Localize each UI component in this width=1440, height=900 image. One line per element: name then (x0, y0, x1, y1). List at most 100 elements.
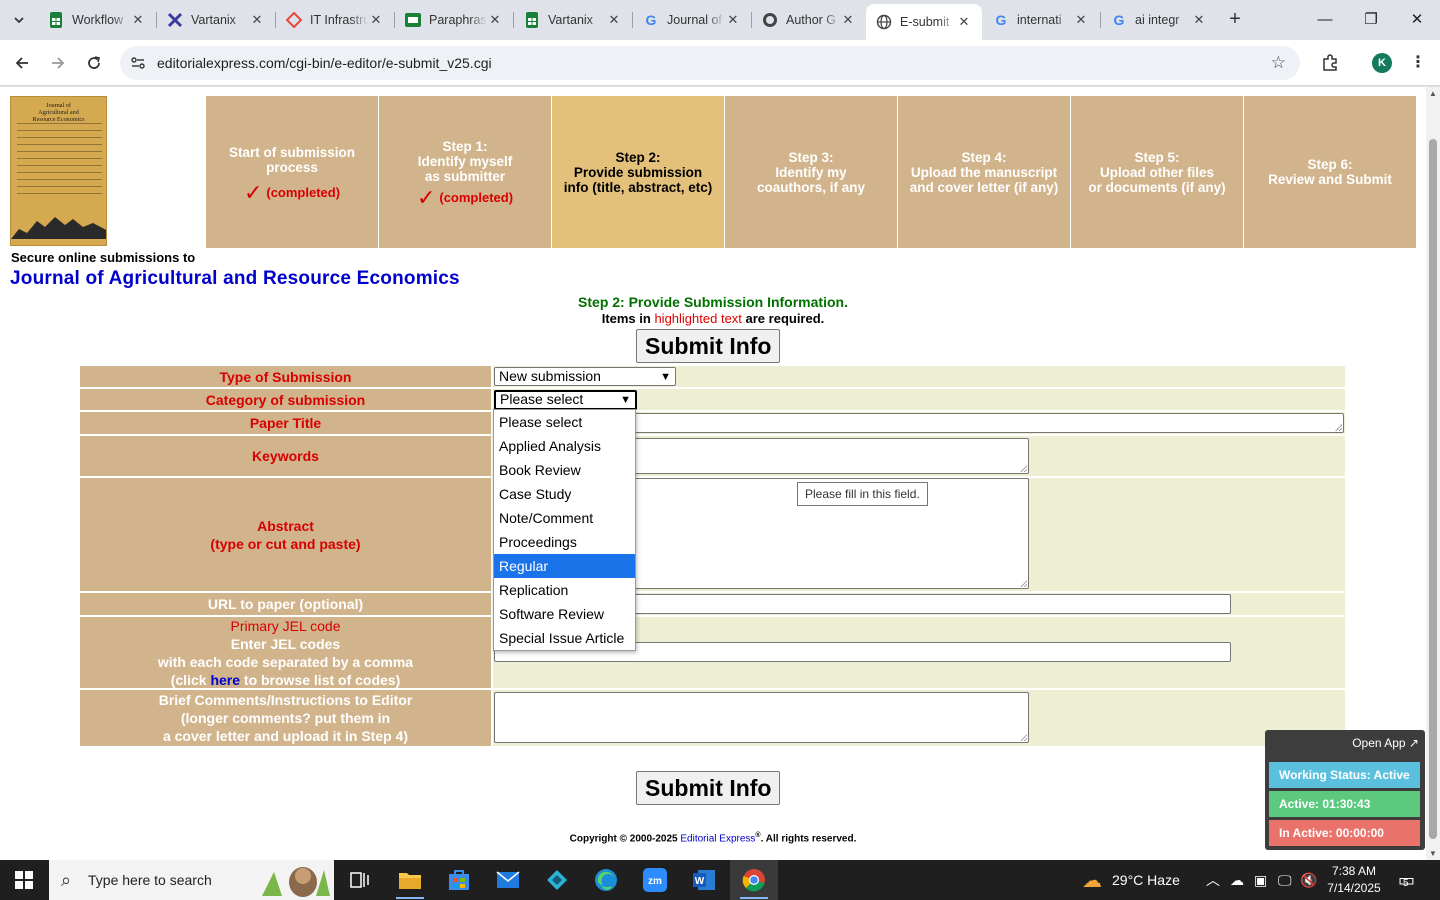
resize-handle[interactable] (1020, 734, 1027, 741)
close-icon[interactable]: ✕ (368, 12, 384, 28)
close-icon[interactable]: ✕ (956, 14, 972, 30)
chevron-down-icon: ▼ (620, 394, 631, 406)
new-tab-button[interactable]: + (1224, 8, 1246, 32)
profile-button[interactable]: K (1368, 49, 1396, 77)
close-window-button[interactable]: ✕ (1394, 6, 1440, 34)
close-icon[interactable]: ✕ (1073, 12, 1089, 28)
category-option[interactable]: Software Review (494, 602, 635, 626)
file-explorer-button[interactable] (386, 860, 434, 900)
resize-handle[interactable] (1020, 465, 1027, 472)
google-icon: G (1113, 12, 1125, 28)
category-of-submission-select[interactable]: Please select ▼ (494, 390, 637, 410)
close-icon[interactable]: ✕ (249, 12, 265, 28)
doc-icon (286, 12, 302, 28)
type-of-submission-select[interactable]: New submission ▼ (494, 367, 676, 386)
mail-icon (496, 871, 520, 888)
reload-button[interactable] (80, 49, 108, 77)
taskbar-search-box[interactable]: ⌕ Type here to search (49, 860, 334, 900)
tab-e-submit[interactable]: E-submit ✕ (866, 4, 982, 40)
category-option[interactable]: Book Review (494, 458, 635, 482)
scroll-up-icon[interactable]: ▲ (1429, 89, 1437, 98)
show-hidden-icons-button[interactable]: ︿ (1206, 860, 1220, 900)
tab-workflow[interactable]: Workflow ✕ (38, 4, 156, 36)
copyright-footer: Copyright © 2000-2025 Editorial Express®… (569, 832, 857, 845)
comments-input[interactable] (494, 692, 1029, 743)
bookmark-star-icon[interactable]: ☆ (1271, 53, 1286, 73)
notifications-button[interactable]: ▭ 5 (1398, 860, 1415, 900)
store-button[interactable] (435, 860, 483, 900)
weather-haze-icon: ☁ (1082, 869, 1102, 892)
browser-toolbar: editorialexpress.com/cgi-bin/e-editor/e-… (0, 40, 1440, 86)
category-option[interactable]: Case Study (494, 482, 635, 506)
category-option[interactable]: Proceedings (494, 530, 635, 554)
tab-search-button[interactable] (6, 8, 32, 32)
kebab-menu-icon: ⋮ (1410, 54, 1426, 71)
task-view-button[interactable] (336, 860, 384, 900)
category-option[interactable]: Note/Comment (494, 506, 635, 530)
close-icon[interactable]: ✕ (725, 12, 741, 28)
close-icon[interactable]: ✕ (840, 12, 856, 28)
category-option[interactable]: Applied Analysis (494, 434, 635, 458)
taskbar-clock[interactable]: 7:38 AM 7/14/2025 (1320, 863, 1388, 897)
plus-icon: + (1229, 8, 1241, 30)
zoom-button[interactable]: zm (631, 860, 679, 900)
tab-strip: Workflow ✕ Vartanix ✕ IT Infrastructure … (0, 0, 1440, 40)
word-button[interactable]: W (680, 860, 728, 900)
tab-vartanix[interactable]: Vartanix ✕ (157, 4, 275, 36)
url-text: editorialexpress.com/cgi-bin/e-editor/e-… (157, 55, 492, 71)
open-app-button[interactable]: Open App ↗ (1352, 736, 1419, 750)
vertical-scrollbar[interactable]: ▲ ▼ (1426, 87, 1440, 860)
submit-info-button-top[interactable]: Submit Info (636, 329, 781, 363)
tab-author-g[interactable]: Author G ✕ (752, 4, 866, 36)
tab-journal-search[interactable]: G Journal of ✕ (633, 4, 751, 36)
avatar: K (1372, 53, 1392, 73)
restore-button[interactable]: ❐ (1348, 6, 1394, 34)
validation-tooltip: Please fill in this field. (797, 482, 928, 506)
step-5: Step 5: Upload other files or documents … (1071, 96, 1243, 248)
tab-vartanix-sheet[interactable]: Vartanix ✕ (514, 4, 632, 36)
extensions-button[interactable] (1316, 49, 1344, 77)
category-option[interactable]: Replication (494, 578, 635, 602)
security-icon[interactable]: ▣ (1254, 860, 1267, 900)
network-icon[interactable]: 🖵 (1278, 860, 1292, 900)
close-icon[interactable]: ✕ (487, 12, 503, 28)
restore-icon: ❐ (1364, 11, 1378, 28)
category-option[interactable]: Special Issue Article (494, 626, 635, 650)
journal-cover-image: Journal of Agricultural and Resource Econo… (10, 96, 107, 246)
address-bar[interactable]: editorialexpress.com/cgi-bin/e-editor/e-… (120, 46, 1300, 80)
edge-button[interactable] (582, 860, 630, 900)
resize-handle[interactable] (1020, 580, 1027, 587)
page-viewport: Journal of Agricultural and Resource Econo… (0, 87, 1426, 860)
category-option[interactable]: Please select (494, 410, 635, 434)
sheets-icon (524, 12, 540, 28)
site-settings-icon[interactable] (130, 55, 146, 74)
secure-submissions-label: Secure online submissions to (11, 250, 196, 265)
tab-ai-integration-search[interactable]: G ai integr ✕ (1101, 4, 1217, 36)
jel-codes-link[interactable]: here (210, 672, 240, 688)
close-icon[interactable]: ✕ (1191, 12, 1207, 28)
submit-info-button-bottom[interactable]: Submit Info (636, 771, 781, 805)
chrome-menu-button[interactable]: ⋮ (1406, 49, 1430, 77)
back-button[interactable] (8, 49, 36, 77)
onedrive-icon[interactable]: ☁ (1230, 860, 1244, 900)
tab-international-search[interactable]: G internati ✕ (983, 4, 1099, 36)
minimize-button[interactable]: — (1302, 6, 1348, 34)
close-icon[interactable]: ✕ (130, 12, 146, 28)
resize-handle[interactable] (1335, 424, 1342, 431)
chrome-button[interactable] (730, 860, 778, 900)
start-button[interactable] (0, 860, 48, 900)
volume-muted-icon[interactable]: 🔇 (1300, 860, 1317, 900)
close-icon[interactable]: ✕ (606, 12, 622, 28)
weather-widget[interactable]: ☁ 29°C Haze (1082, 860, 1180, 900)
scrollbar-thumb[interactable] (1429, 139, 1437, 839)
tab-paraphrase[interactable]: Paraphrase ✕ (395, 4, 513, 36)
editorial-express-link[interactable]: Editorial Express (680, 833, 755, 844)
category-option-highlighted[interactable]: Regular (494, 554, 635, 578)
forward-button[interactable] (44, 49, 72, 77)
forward-arrow-icon (52, 57, 65, 69)
tab-it-infrastructure[interactable]: IT Infrastructure ✕ (276, 4, 394, 36)
scroll-down-icon[interactable]: ▼ (1429, 849, 1437, 858)
app-kodi-button[interactable] (533, 860, 581, 900)
mail-button[interactable] (484, 860, 532, 900)
checkmark-icon: ✓ (416, 185, 436, 210)
